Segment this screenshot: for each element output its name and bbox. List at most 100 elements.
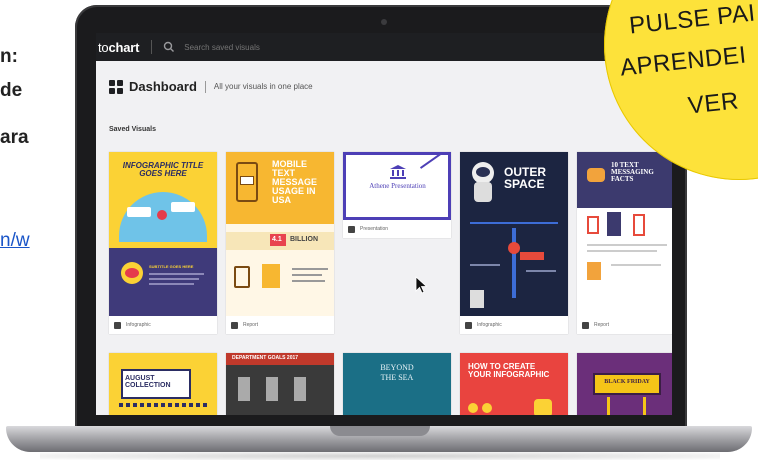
laptop-notch (330, 426, 430, 436)
card-type: Infographic (126, 322, 151, 328)
badge-line-3: VER (686, 87, 741, 120)
section-label: Saved Visuals (109, 126, 156, 133)
logo-prefix: to (98, 39, 109, 55)
thumb-shape (534, 399, 552, 415)
card-title: MOBILE TEXT MESSAGE USAGE IN USA (272, 159, 318, 205)
card-thumbnail: 10 TEXT MESSAGING FACTS (577, 152, 672, 316)
header-divider (204, 80, 206, 93)
laptop-shadow (40, 452, 720, 460)
card-footer: Report (226, 316, 334, 334)
card-title: AUGUST COLLECTION (125, 375, 171, 389)
thumb-shape (171, 202, 195, 212)
report-icon (231, 321, 238, 329)
thumb-shape (125, 268, 139, 278)
stage: n: de ara n/w tochart Dashboard All your… (0, 0, 758, 465)
card-thumbnail: INFOGRAPHIC TITLE GOES HERE SUBTITLE GOE… (109, 152, 217, 316)
presentation-icon (348, 225, 355, 233)
app-topbar: tochart (96, 33, 672, 61)
thumb-shape (587, 262, 601, 280)
thumb-shape (157, 210, 167, 220)
search-icon[interactable] (162, 40, 176, 54)
thumb-shape (294, 377, 306, 401)
slide-text-line-1: n: (0, 46, 18, 67)
thumb-line (611, 264, 661, 266)
topbar-divider (151, 40, 153, 54)
thumb-line (587, 244, 667, 246)
card-footer: Report (577, 316, 672, 334)
card-type: Report (594, 322, 610, 328)
card-title: HOW TO CREATE YOUR INFOGRAPHIC (468, 362, 550, 379)
visual-card[interactable]: MOBILE TEXT MESSAGE USAGE IN USA 4.1 BIL… (226, 152, 334, 334)
thumb-line (419, 155, 445, 169)
card-footer: Infographic (109, 316, 217, 334)
card-footer: Infographic (460, 316, 568, 334)
app-logo[interactable]: tochart (96, 40, 139, 55)
slide-link[interactable]: n/w (0, 230, 30, 252)
card-type: Report (243, 322, 259, 328)
visual-card[interactable]: INFOGRAPHIC TITLE GOES HERE SUBTITLE GOE… (109, 152, 217, 334)
thumb-line (512, 228, 516, 298)
thumb-line (292, 274, 322, 276)
thumb-line (643, 397, 646, 415)
thumb-shape (476, 167, 490, 177)
thumb-line (149, 273, 204, 275)
app-screen: tochart Dashboard All your visuals in on… (96, 33, 672, 415)
card-title: BLACK FRIDAY (604, 379, 650, 385)
card-stat-label: BILLION (290, 236, 318, 243)
logo-bold: chart (108, 39, 140, 55)
thumb-line (470, 264, 500, 266)
visual-card[interactable]: AUGUST COLLECTION (109, 353, 217, 415)
mouse-cursor-icon (415, 276, 428, 294)
thumb-shape (508, 242, 520, 254)
thumb-line (587, 250, 657, 252)
visual-card[interactable]: OUTER SPACE Infographic (460, 152, 568, 334)
thumb-line (119, 403, 207, 407)
thumb-shape (468, 403, 478, 413)
thumb-line (470, 222, 558, 224)
thumb-shape (607, 212, 621, 236)
card-title: OUTER SPACE (504, 165, 546, 191)
visual-card[interactable]: BEYOND THE SEA (343, 353, 451, 415)
thumb-shape (587, 216, 599, 234)
building-icon (390, 165, 406, 179)
slide-text-line-3: ara (0, 127, 29, 148)
visual-card[interactable]: DEPARTMENT GOALS 2017 (226, 353, 334, 415)
camera-icon (381, 19, 387, 25)
page-title: Dashboard (129, 79, 197, 94)
thumb-line (526, 270, 556, 272)
thumb-shape (127, 207, 151, 217)
card-thumbnail: Athene Presentation (343, 152, 451, 220)
card-subtitle: SUBTITLE GOES HERE (149, 264, 194, 269)
visual-card[interactable]: HOW TO CREATE YOUR INFOGRAPHIC (460, 353, 568, 415)
visual-card[interactable]: 10 TEXT MESSAGING FACTS Report (577, 152, 672, 334)
visual-card[interactable]: BLACK FRIDAY (577, 353, 672, 415)
thumb-line (149, 283, 194, 285)
search-input[interactable] (184, 42, 305, 52)
report-icon (582, 321, 589, 329)
card-type: Infographic (477, 322, 502, 328)
visual-card[interactable]: Athene Presentation Presentation (343, 152, 451, 238)
card-thumbnail: MOBILE TEXT MESSAGE USAGE IN USA 4.1 BIL… (226, 152, 334, 316)
thumb-shape (482, 403, 492, 413)
thumb-line (607, 397, 610, 415)
thumb-line (292, 280, 325, 282)
thumb-shape (240, 176, 254, 185)
card-title: BEYOND THE SEA (380, 363, 414, 382)
card-title: 10 TEXT MESSAGING FACTS (611, 161, 654, 183)
thumb-shape (470, 290, 484, 308)
card-title: INFOGRAPHIC TITLE GOES HERE (122, 161, 204, 178)
card-stat: 4.1 (272, 236, 282, 243)
page-subtitle: All your visuals in one place (213, 82, 313, 91)
thumb-shape (520, 252, 544, 260)
dashboard-header: Dashboard All your visuals in one place (109, 79, 313, 94)
dashboard-grid-icon (109, 79, 123, 94)
thumb-shape (262, 264, 280, 288)
card-title: DEPARTMENT GOALS 2017 (232, 355, 299, 361)
thumb-line (149, 278, 199, 280)
card-footer: Presentation (343, 220, 451, 238)
card-thumbnail: OUTER SPACE (460, 152, 568, 316)
infographic-icon (465, 321, 472, 329)
slide-text-line-2: de (0, 80, 23, 101)
infographic-icon (114, 321, 121, 329)
thumb-shape (266, 377, 278, 401)
